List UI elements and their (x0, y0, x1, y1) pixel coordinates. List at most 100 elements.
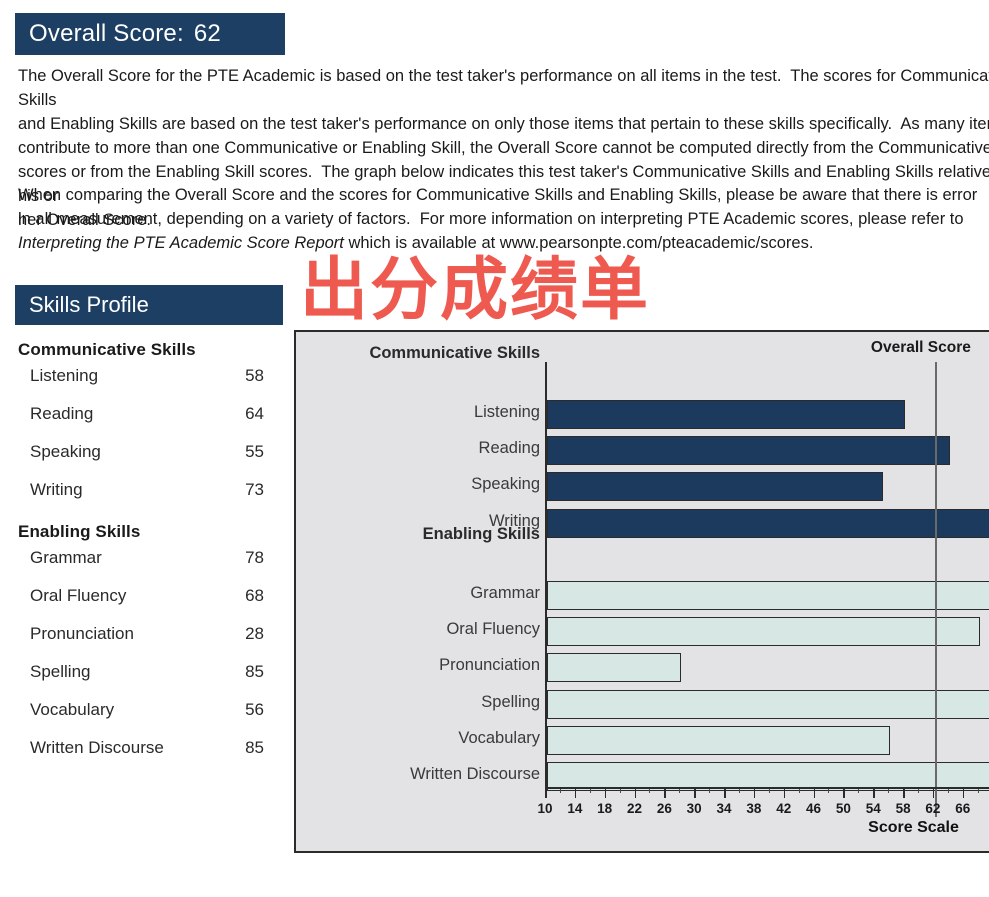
axis-tick-major (962, 789, 965, 798)
axis-tick-minor (709, 789, 711, 793)
score-scale-axis-title: Score Scale (868, 819, 959, 836)
intro-paragraph-2: When comparing the Overall Score and the… (18, 183, 989, 255)
chart-category-label: Spelling (481, 692, 540, 711)
axis-tick-label: 66 (955, 801, 971, 816)
axis-tick-label: 62 (925, 801, 941, 816)
skill-score: 85 (245, 662, 264, 681)
axis-tick-major (813, 789, 816, 798)
skill-score: 64 (245, 404, 264, 423)
axis-tick-minor (947, 789, 949, 793)
axis-tick-major (932, 789, 935, 798)
skill-row: Vocabulary 56 (18, 700, 268, 738)
axis-tick-minor (798, 789, 800, 793)
axis-tick-minor (888, 789, 890, 793)
axis-tick-label: 22 (627, 801, 643, 816)
communicative-skills-rows: Listening 58 Reading 64 Speaking 55 Writing 73 (18, 366, 268, 518)
axis-tick-major (694, 789, 696, 798)
overall-score-value: 62 (193, 20, 221, 47)
axis-tick-minor (649, 789, 651, 793)
paragraph-2-part-2: which is available at www.pearsonpte.com… (343, 234, 814, 252)
skill-score: 28 (245, 624, 264, 643)
axis-tick-minor (559, 789, 561, 793)
skill-score: 58 (245, 366, 264, 385)
skill-row: Listening 58 (18, 366, 268, 404)
skill-name: Vocabulary (30, 700, 115, 719)
chart-bar (547, 508, 989, 538)
chart-bar (547, 689, 989, 719)
axis-tick-major (783, 789, 786, 798)
skill-row: Reading 64 (18, 404, 268, 442)
axis-tick-label: 54 (865, 801, 881, 816)
paragraph-2-part-1: When comparing the Overall Score and the… (18, 186, 978, 228)
skill-name: Listening (30, 366, 99, 385)
skill-score: 56 (245, 700, 264, 719)
axis-tick-major (873, 789, 875, 798)
skill-name: Oral Fluency (30, 586, 127, 605)
overall-score-label: Overall Score: (29, 20, 184, 47)
axis-tick-minor (828, 789, 830, 793)
skill-row: Grammar 78 (18, 548, 268, 586)
skill-row: Oral Fluency 68 (18, 586, 268, 624)
axis-tick-minor (589, 789, 591, 793)
axis-tick-major (903, 789, 905, 798)
skill-name: Reading (30, 404, 94, 423)
axis-tick-major (545, 789, 547, 798)
axis-tick-minor (679, 789, 681, 793)
communicative-skills-heading: Communicative Skills (18, 340, 196, 359)
skill-name: Speaking (30, 442, 101, 461)
axis-tick-label: 26 (656, 801, 672, 816)
axis-tick-major (574, 789, 577, 798)
overall-score-reference-line (934, 362, 937, 817)
skills-profile-banner: Skills Profile (15, 285, 283, 325)
chart-category-label: Speaking (471, 475, 540, 494)
axis-tick-minor (619, 789, 621, 793)
chart-category-label: Pronunciation (439, 656, 540, 675)
axis-tick-minor (858, 789, 860, 793)
chart-category-label: Vocabulary (458, 728, 540, 747)
axis-tick-label: 42 (776, 801, 792, 816)
skill-score: 73 (245, 480, 264, 499)
axis-tick-minor (738, 789, 740, 793)
axis-tick-minor (918, 789, 919, 793)
skill-score: 78 (245, 548, 264, 567)
chart-bar (547, 617, 980, 647)
skill-score: 68 (245, 586, 264, 605)
chart-category-label: Reading (478, 439, 540, 458)
skill-score: 85 (245, 738, 264, 757)
axis-tick-major (724, 789, 726, 798)
chinese-watermark-text: 出分成绩单 (300, 252, 651, 328)
chart-bar (547, 400, 906, 429)
chart-bar (547, 581, 989, 610)
skill-name: Pronunciation (30, 624, 134, 643)
chart-category-label: Oral Fluency (446, 620, 540, 639)
skill-name: Spelling (30, 662, 91, 681)
chart-plot-area (545, 362, 989, 817)
skills-profile-title: Skills Profile (29, 292, 149, 317)
chart-communicative-skills-heading: Communicative Skills (369, 344, 540, 362)
overall-score-reference-label: Overall Score (870, 339, 971, 356)
chart-x-axis: 10 14 18 22 26 30 34 38 42 46 50 54 58 62 66 (537, 787, 989, 816)
chart-category-label: Listening (473, 403, 540, 421)
axis-tick-minor (768, 789, 770, 793)
axis-tick-major (604, 789, 607, 798)
skill-row: Pronunciation 28 (18, 624, 268, 662)
axis-tick-major (634, 789, 637, 798)
axis-tick-label: 30 (686, 801, 702, 816)
skill-score: 55 (245, 442, 264, 461)
chart-category-label: Written Discourse (410, 765, 540, 783)
score-report-title-italic: Interpreting the PTE Academic Score Repo… (18, 234, 344, 252)
skill-row: Spelling 85 (18, 662, 268, 700)
skill-row: Speaking 55 (18, 442, 268, 480)
enabling-skills-heading: Enabling Skills (18, 522, 141, 541)
axis-tick-label: 38 (746, 801, 762, 816)
overall-score-banner: Overall Score: 62 (15, 13, 285, 55)
axis-tick-label: 50 (835, 801, 851, 816)
skill-row: Writing 73 (18, 480, 268, 518)
axis-tick-label: 18 (597, 801, 613, 816)
axis-tick-label: 58 (895, 801, 911, 816)
skills-bar-chart-panel: Communicative Skills Enabling Skills Lis… (294, 330, 989, 853)
axis-tick-major (753, 789, 756, 798)
enabling-skills-rows: Grammar 78 Oral Fluency 68 Pronunciation 28 Sp… (18, 548, 268, 776)
axis-tick-minor (977, 789, 979, 793)
axis-tick-label: 34 (716, 801, 732, 816)
